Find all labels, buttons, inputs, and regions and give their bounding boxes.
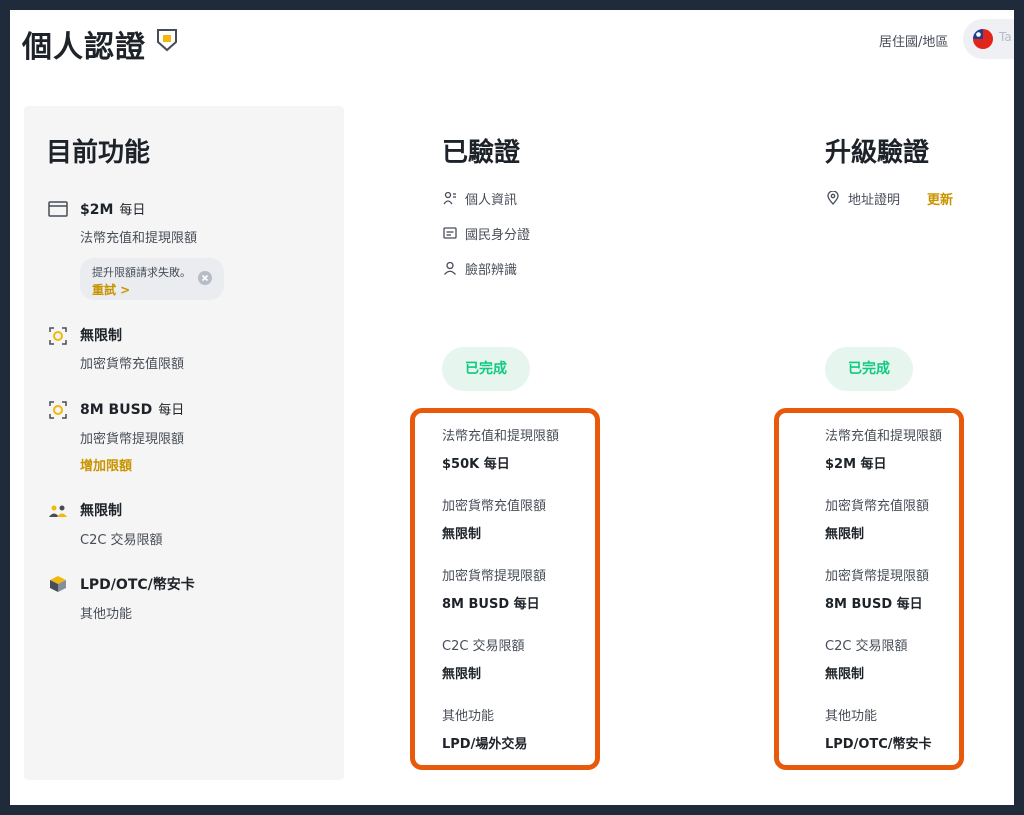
update-address-link[interactable]: 更新 — [927, 189, 953, 208]
feature-sub-fiat: 法幣充值和提現限額 — [80, 231, 198, 246]
verified-item-id-card: 國民身分證 — [465, 228, 531, 243]
feature-sub-c2c: C2C 交易限額 — [80, 533, 163, 548]
personal-info-icon — [443, 191, 456, 205]
verification-page: 個人認證 居住國/地區 Ta 目前功能 $2M 每日 法幣充值和提現限額 提升限額… — [10, 10, 1014, 805]
upgrade-limit-value: 無限制 — [825, 667, 865, 682]
feature-title-value: $2M — [80, 202, 114, 218]
country-name: Ta — [999, 30, 1012, 44]
feature-title-value: 8M BUSD — [80, 402, 153, 418]
feature-title-unit: 每日 — [119, 203, 146, 218]
feature-title-value: 無限制 — [80, 503, 122, 519]
card-icon — [48, 201, 68, 217]
verified-limit-label: 其他功能 — [442, 709, 495, 724]
feature-title-other: LPD/OTC/幣安卡 — [80, 574, 195, 594]
verified-limit-value: $50K 每日 — [442, 457, 510, 472]
feature-sub-crypto-withdraw: 加密貨幣提現限額 — [80, 432, 185, 447]
feature-title-c2c: 無限制 — [80, 500, 122, 520]
feature-title-crypto-withdraw: 8M BUSD 每日 — [80, 399, 184, 418]
verified-limit-value: LPD/場外交易 — [442, 737, 528, 752]
verified-limit-value: 無限制 — [442, 527, 482, 542]
page-title: 個人認證 — [22, 30, 146, 65]
verified-limit-label: 法幣充值和提現限額 — [442, 429, 560, 444]
upgrade-heading: 升級驗證 — [825, 138, 930, 168]
feature-title-value: 無限制 — [80, 328, 122, 344]
upgrade-limit-value: 8M BUSD 每日 — [825, 597, 923, 612]
verified-heading: 已驗證 — [442, 138, 521, 168]
verified-shield-icon — [157, 29, 177, 52]
feature-title-crypto-deposit: 無限制 — [80, 325, 122, 345]
upgrade-limit-value: $2M 每日 — [825, 457, 887, 472]
verified-item-face: 臉部辨識 — [465, 263, 518, 278]
verified-limit-value: 8M BUSD 每日 — [442, 597, 540, 612]
upgrade-limit-value: 無限制 — [825, 527, 865, 542]
id-card-icon — [443, 227, 457, 239]
crypto-deposit-icon — [49, 327, 67, 345]
verified-limit-label: 加密貨幣充值限額 — [442, 499, 547, 514]
feature-title-value: LPD/OTC/幣安卡 — [80, 577, 195, 593]
upgrade-limit-label: 加密貨幣提現限額 — [825, 569, 930, 584]
current-features-panel: 目前功能 $2M 每日 法幣充值和提現限額 提升限額請求失敗。 重試 > 無限制 … — [24, 106, 344, 780]
verified-limit-label: 加密貨幣提現限額 — [442, 569, 547, 584]
close-icon[interactable] — [198, 271, 212, 285]
feature-title-unit: 每日 — [158, 403, 185, 418]
verified-item-personal-info: 個人資訊 — [465, 193, 518, 208]
upgrade-status-badge: 已完成 — [825, 347, 913, 391]
crypto-withdraw-icon — [49, 401, 67, 419]
upgrade-limit-label: 其他功能 — [825, 709, 878, 724]
feature-sub-other: 其他功能 — [80, 607, 133, 622]
c2c-users-icon — [49, 505, 67, 517]
verified-status-badge: 已完成 — [442, 347, 530, 391]
upgrade-limit-label: C2C 交易限額 — [825, 639, 908, 654]
retry-link[interactable]: 重試 > — [92, 281, 130, 298]
upgrade-limit-label: 加密貨幣充值限額 — [825, 499, 930, 514]
feature-sub-crypto-deposit: 加密貨幣充值限額 — [80, 357, 185, 372]
taiwan-flag-icon — [973, 29, 993, 49]
limit-request-error: 提升限額請求失敗。 重試 > — [80, 258, 224, 300]
current-features-heading: 目前功能 — [46, 138, 151, 168]
verified-limit-label: C2C 交易限額 — [442, 639, 525, 654]
residence-label: 居住國/地區 — [879, 35, 949, 50]
upgrade-limit-label: 法幣充值和提現限額 — [825, 429, 943, 444]
location-icon — [827, 191, 839, 205]
cube-icon — [50, 576, 66, 592]
country-selector[interactable]: Ta — [963, 19, 1014, 59]
verified-limit-value: 無限制 — [442, 667, 482, 682]
error-message: 提升限額請求失敗。 — [92, 266, 191, 279]
upgrade-item-address-proof: 地址證明 — [848, 193, 901, 208]
upgrade-limit-value: LPD/OTC/幣安卡 — [825, 737, 932, 752]
face-icon — [444, 261, 456, 275]
feature-title-fiat: $2M 每日 — [80, 199, 145, 218]
increase-limit-link[interactable]: 增加限額 — [80, 455, 132, 474]
